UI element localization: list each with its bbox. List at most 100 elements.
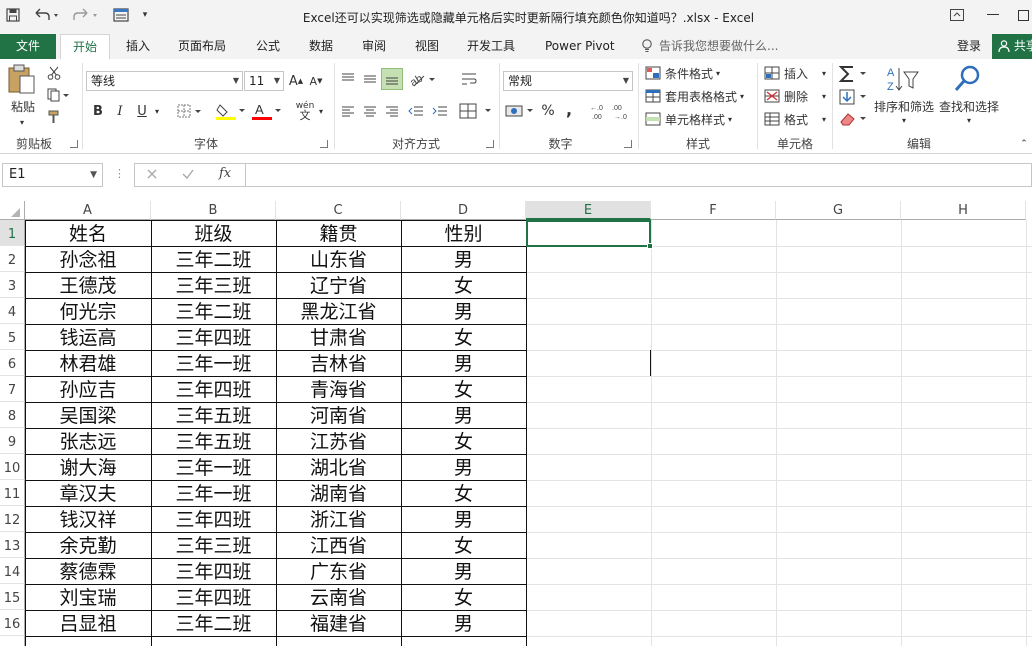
table-cell[interactable]: 青海省 [276,377,401,403]
table-cell[interactable]: 孙念祖 [25,247,151,273]
table-cell[interactable]: 女 [401,481,526,507]
conditional-formatting-button[interactable]: 条件格式 ▾ [645,64,720,82]
active-cell-selection[interactable] [526,220,653,249]
header-cell[interactable]: 班级 [151,221,276,247]
underline-button[interactable]: U [134,101,150,121]
table-cell[interactable]: 男 [401,455,526,481]
table-cell[interactable]: 三年一班 [151,351,276,377]
row-header[interactable]: 5 [0,324,25,350]
bold-button[interactable]: B [90,101,106,121]
table-cell[interactable]: 三年二班 [151,299,276,325]
table-cell[interactable]: 三年二班 [151,611,276,637]
tab-view[interactable]: 视图 [415,34,439,59]
row-header[interactable]: 3 [0,272,25,298]
table-cell[interactable]: 男 [401,351,526,377]
table-cell[interactable]: 三年四班 [151,585,276,611]
table-cell[interactable]: 云南省 [276,585,401,611]
table-cell[interactable]: 林君雄 [25,351,151,377]
align-bottom-icon[interactable] [381,68,403,90]
grow-font-icon[interactable]: A ▲ [288,71,304,91]
autosum-icon[interactable] [838,64,870,84]
tell-me-search[interactable]: 告诉我您想要做什么... [659,34,778,59]
table-cell[interactable]: 三年一班 [151,455,276,481]
wrap-text-icon[interactable] [458,69,480,89]
table-cell[interactable]: 蔡德霖 [25,559,151,585]
tab-developer[interactable]: 开发工具 [467,34,515,59]
cut-icon[interactable] [46,65,62,81]
fill-icon[interactable] [838,88,870,106]
align-center-icon[interactable] [360,101,380,121]
table-cell[interactable]: 女 [401,533,526,559]
find-select-icon[interactable] [952,63,984,95]
restore-ribbon-icon[interactable] [944,4,970,26]
percent-style-button[interactable]: % [540,101,556,121]
table-cell[interactable]: 黑龙江省 [276,299,401,325]
shrink-font-icon[interactable]: A ▼ [308,71,324,91]
table-cell[interactable]: 江苏省 [276,429,401,455]
table-cell[interactable]: 吕显祖 [25,611,151,637]
column-header-d[interactable]: D [401,201,526,220]
delete-cells-button[interactable]: 删除 ▾ [764,87,826,105]
header-cell[interactable]: 籍贯 [276,221,401,247]
format-as-table-button[interactable]: 套用表格格式 ▾ [645,87,744,105]
formula-input[interactable] [246,163,1032,187]
number-format-select[interactable]: 常规 ▼ [503,71,633,91]
table-cell[interactable]: 章汉夫 [25,481,151,507]
align-top-icon[interactable] [338,69,358,89]
align-middle-icon[interactable] [360,69,380,89]
table-cell[interactable]: 甘肃省 [276,325,401,351]
table-cell[interactable]: 三年三班 [151,273,276,299]
table-cell[interactable]: 女 [401,273,526,299]
row-header[interactable]: 1 [0,220,25,246]
format-painter-icon[interactable] [46,109,62,125]
table-cell[interactable]: 刘宝瑞 [25,585,151,611]
tab-data[interactable]: 数据 [309,34,333,59]
collapse-ribbon-icon[interactable]: ⌃ [1018,139,1030,149]
table-cell[interactable]: 孙应吉 [25,377,151,403]
row-header[interactable]: 10 [0,454,25,480]
fill-color-icon[interactable] [216,101,246,121]
table-cell[interactable]: 余克勤 [25,533,151,559]
table-cell[interactable]: 广东省 [276,559,401,585]
table-cell[interactable]: 何光宗 [25,299,151,325]
paste-icon[interactable] [6,63,38,95]
increase-decimal-icon[interactable]: ←.0.00 [590,101,610,121]
increase-indent-icon[interactable] [430,101,450,121]
phonetic-guide-button[interactable]: wén 文 [294,99,316,123]
tab-home[interactable]: 开始 [60,34,110,60]
table-cell[interactable]: 湖南省 [276,481,401,507]
login-link[interactable]: 登录 [957,34,981,59]
row-header[interactable]: 6 [0,350,25,376]
insert-cells-button[interactable]: 插入 ▾ [764,64,826,82]
column-header-b[interactable]: B [151,201,276,220]
orientation-icon[interactable]: ab [408,69,438,89]
table-cell[interactable]: 女 [401,325,526,351]
tab-page-layout[interactable]: 页面布局 [178,34,226,59]
enter-check-icon[interactable] [181,167,197,183]
font-launcher-icon[interactable] [320,140,328,148]
table-cell[interactable]: 男 [401,299,526,325]
format-cells-button[interactable]: 格式 ▾ [764,110,826,128]
table-cell[interactable]: 三年二班 [151,247,276,273]
column-header-c[interactable]: C [276,201,401,220]
column-header-e[interactable]: E [526,201,651,220]
table-cell[interactable]: 湖北省 [276,455,401,481]
column-header-f[interactable]: F [651,201,776,220]
comma-style-button[interactable]: , [562,99,576,119]
table-cell[interactable]: 三年四班 [151,377,276,403]
table-cell[interactable]: 男 [401,559,526,585]
table-cell[interactable]: 钱汉祥 [25,507,151,533]
clipboard-launcher-icon[interactable] [70,140,78,148]
table-cell[interactable]: 三年五班 [151,403,276,429]
table-cell[interactable]: 三年四班 [151,559,276,585]
header-cell[interactable]: 姓名 [25,221,151,247]
row-header[interactable]: 11 [0,480,25,506]
table-cell[interactable]: 女 [401,585,526,611]
cell-styles-button[interactable]: 单元格样式 ▾ [645,110,732,128]
font-size-select[interactable]: 11 ▼ [244,71,284,91]
table-cell[interactable]: 男 [401,247,526,273]
table-cell[interactable]: 三年一班 [151,481,276,507]
accounting-format-icon[interactable] [504,101,536,121]
table-cell[interactable]: 吴国梁 [25,403,151,429]
sort-filter-icon[interactable]: AZ [884,63,920,95]
